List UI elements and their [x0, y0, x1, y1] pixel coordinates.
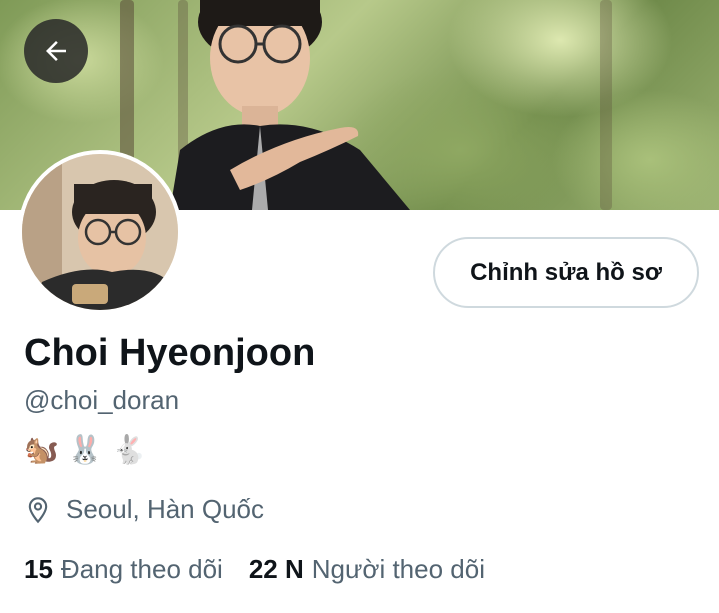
- follow-stats: 15 Đang theo dõi 22 N Người theo dõi: [24, 554, 485, 585]
- edit-profile-button[interactable]: Chỉnh sửa hồ sơ: [433, 237, 699, 308]
- following-link[interactable]: 15 Đang theo dõi: [24, 554, 223, 585]
- following-count: 15: [24, 554, 53, 584]
- username-handle: @choi_doran: [24, 385, 180, 415]
- edit-profile-label: Chỉnh sửa hồ sơ: [470, 258, 662, 286]
- followers-count: 22 N: [248, 554, 304, 584]
- location-pin-icon: [28, 496, 48, 523]
- avatar-photo: [22, 154, 178, 310]
- followers-link[interactable]: 22 N Người theo dõi: [249, 554, 485, 585]
- display-name: Choi Hyeonjoon: [24, 332, 316, 374]
- arrow-left-icon: [46, 41, 66, 61]
- location-text: Seoul, Hàn Quốc: [66, 494, 265, 524]
- banner-person-photo: [170, 0, 410, 210]
- bio-emojis: 🐿️ 🐰 🐇: [24, 433, 147, 466]
- following-label: Đang theo dõi: [60, 554, 223, 584]
- back-button[interactable]: [24, 19, 88, 83]
- location-row: Seoul, Hàn Quốc: [24, 494, 264, 525]
- followers-label: Người theo dõi: [311, 554, 485, 584]
- avatar[interactable]: [18, 150, 182, 314]
